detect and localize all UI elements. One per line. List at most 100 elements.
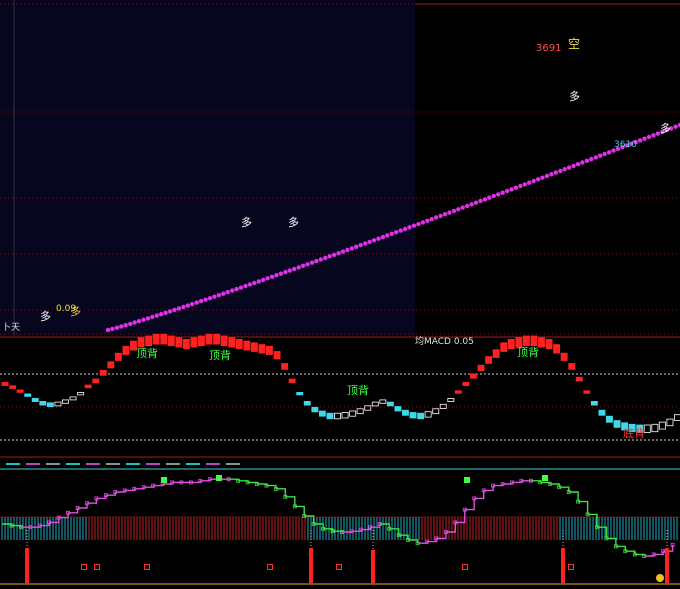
oscillator-panel xyxy=(0,462,680,589)
long-ma-dot xyxy=(292,266,297,272)
macd-histogram-bar xyxy=(318,410,326,417)
long-ma-dot xyxy=(504,188,510,194)
oscillator-legend-swatch xyxy=(6,463,20,465)
macd-histogram-bar xyxy=(568,363,576,370)
long-ma-dot xyxy=(247,282,253,287)
oscillator-red-spike xyxy=(25,548,29,584)
macd-histogram-bar xyxy=(137,337,145,348)
long-ma-dot xyxy=(442,212,448,217)
long-ma-dot xyxy=(265,276,270,281)
long-ma-dot xyxy=(580,160,585,165)
long-ma-dot xyxy=(380,234,386,240)
long-ma-dot xyxy=(540,175,545,180)
long-ma-dot xyxy=(331,252,337,257)
long-ma-dot xyxy=(402,226,408,232)
long-ma-dot xyxy=(371,238,377,243)
macd-histogram-bar xyxy=(469,373,477,379)
oscillator-legend-swatch xyxy=(86,463,100,465)
long-ma-dot xyxy=(398,228,403,233)
macd-histogram-bar xyxy=(107,361,115,369)
macd-histogram-bar xyxy=(553,344,561,354)
macd-histogram-bar xyxy=(160,333,168,345)
macd-histogram-bar xyxy=(485,356,493,364)
long-ma-dot xyxy=(212,294,217,299)
price-annotation-low: 3610 xyxy=(614,140,637,150)
macd-histogram-bar xyxy=(84,384,92,389)
chart-canvas: 36913610空多多 多多多多0.09卜天 顶背 顶背顶背顶背底背 均MACD 0… xyxy=(0,0,680,589)
price-annotation-long-signal: 多 xyxy=(40,309,51,323)
long-ma-dot xyxy=(544,173,550,179)
long-ma-dot xyxy=(119,324,124,329)
macd-histogram-bar xyxy=(145,335,153,347)
long-ma-dot xyxy=(394,230,399,235)
oscillator-signal-marker xyxy=(216,475,222,481)
oscillator-signal-marker xyxy=(161,477,167,483)
long-ma-dot xyxy=(163,310,168,315)
long-ma-dot xyxy=(340,249,346,254)
macd-histogram-bar xyxy=(122,345,130,355)
macd-histogram-bar xyxy=(190,337,198,348)
macd-histogram-bar xyxy=(205,333,213,345)
macd-histogram-bar xyxy=(477,364,485,372)
macd-histogram-bar xyxy=(545,338,553,349)
macd-histogram-bar xyxy=(522,335,530,347)
oscillator-legend-swatch xyxy=(46,463,60,465)
macd-histogram-bar xyxy=(228,337,236,348)
macd-histogram-bar xyxy=(394,406,402,412)
long-ma-dot xyxy=(114,325,120,330)
long-ma-dot xyxy=(256,279,261,284)
macd-histogram-bar xyxy=(492,349,500,358)
oscillator-legend-swatch xyxy=(186,463,200,465)
macd-histogram-bar xyxy=(462,381,470,386)
long-ma-dot xyxy=(216,293,222,298)
long-ma-dot xyxy=(673,124,678,129)
long-ma-dot xyxy=(518,183,523,189)
long-ma-dot xyxy=(287,268,292,273)
price-annotation-long-signal: 多 xyxy=(288,215,299,229)
long-ma-dot xyxy=(478,198,483,204)
long-ma-dot xyxy=(429,217,434,222)
long-ma-dot xyxy=(513,185,519,190)
long-ma-dot xyxy=(323,255,328,261)
long-ma-dot xyxy=(150,314,155,320)
macd-histogram-bar xyxy=(590,400,598,406)
long-ma-dot xyxy=(252,280,257,286)
macd-histogram-bar xyxy=(311,406,319,413)
long-ma-dot xyxy=(491,193,496,199)
long-ma-dot xyxy=(522,182,527,187)
long-ma-dot xyxy=(349,246,355,251)
price-annotation-long-signal: 多 xyxy=(241,215,252,229)
macd-histogram-bar xyxy=(583,390,591,394)
macd-histogram-bar xyxy=(560,352,568,361)
macd-histogram-bar xyxy=(114,352,122,361)
oscillator-legend-swatch xyxy=(126,463,140,465)
long-ma-dot xyxy=(354,244,359,249)
macd-histogram-bar xyxy=(538,337,545,348)
long-ma-dot xyxy=(225,289,230,295)
long-ma-dot xyxy=(221,291,226,296)
long-ma-dot xyxy=(535,177,541,182)
macd-histogram-bar xyxy=(409,412,417,419)
long-ma-dot xyxy=(261,277,266,283)
long-ma-dot xyxy=(385,233,390,238)
long-ma-dot xyxy=(433,215,439,220)
long-ma-dot xyxy=(269,274,275,279)
oscillator-signal-marker xyxy=(464,477,470,483)
long-ma-dot xyxy=(105,327,111,333)
oscillator-red-spike xyxy=(371,550,375,584)
long-ma-dot xyxy=(416,221,421,227)
long-ma-dot xyxy=(558,168,563,174)
long-ma-dot xyxy=(509,187,514,192)
long-ma-dot xyxy=(646,134,652,140)
long-ma-dot xyxy=(185,303,190,308)
macd-histogram-bar xyxy=(167,335,175,347)
long-ma-dot xyxy=(465,203,470,209)
price-annotation-marker: 卜天 xyxy=(2,322,20,333)
macd-histogram-bar xyxy=(250,342,258,352)
long-ma-dot xyxy=(207,296,213,301)
long-ma-dot xyxy=(447,210,452,215)
macd-panel: 顶背 顶背顶背顶背底背 xyxy=(0,333,680,462)
macd-histogram-bar xyxy=(606,415,613,423)
macd-histogram-bar xyxy=(613,420,621,428)
price-annotation-long-signal: 多 xyxy=(569,89,580,103)
